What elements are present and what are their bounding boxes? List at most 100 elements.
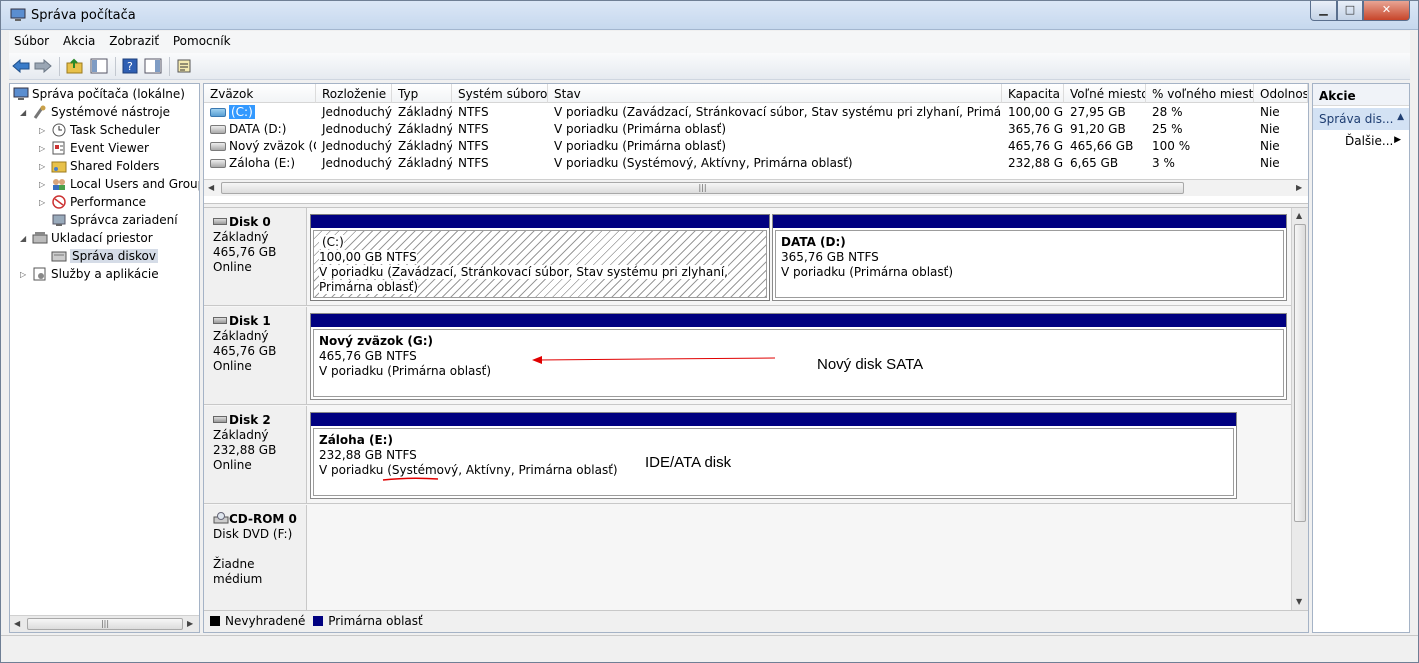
partition-g[interactable]: Nový zväzok (G:) 465,76 GB NTFS V poriad… (310, 313, 1287, 400)
tree-device-manager[interactable]: Správca zariadení (51, 211, 178, 229)
tree-local-users[interactable]: Local Users and Groups (51, 175, 199, 193)
cdrom-info[interactable]: CD-ROM 0 Disk DVD (F:) Žiadne médium (204, 505, 307, 610)
storage-icon (32, 231, 48, 245)
column-header-free-space[interactable]: Voľné miesto (1064, 84, 1146, 103)
collapsed-triangle-icon[interactable]: ▷ (20, 270, 29, 279)
close-button[interactable]: ✕ (1363, 1, 1410, 21)
column-header-volume[interactable]: Zväzok (204, 84, 316, 103)
disk-name: Disk 0 (229, 215, 271, 229)
drive-icon (210, 142, 226, 151)
back-arrow-icon[interactable] (11, 57, 31, 75)
disk-view-scroll-thumb[interactable] (1294, 224, 1306, 522)
free-space-cell: 27,95 GB (1070, 105, 1126, 119)
collapsed-triangle-icon[interactable]: ▷ (39, 126, 48, 135)
partition-title: DATA (D:) (781, 235, 846, 249)
tree-disk-management[interactable]: Správa diskov (51, 247, 158, 265)
disk-name: Disk 2 (229, 413, 271, 427)
tree-shared-folders[interactable]: Shared Folders (51, 157, 159, 175)
tree-system-tools[interactable]: Systémové nástroje (32, 103, 170, 121)
volume-cell: DATA (D:) (204, 121, 316, 138)
percent-free-cell: 3 % (1152, 156, 1175, 170)
shared-folder-icon (51, 159, 67, 173)
tree-services[interactable]: Služby a aplikácie (32, 265, 159, 283)
tree-scroll-thumb[interactable]: ||| (27, 618, 183, 630)
expanded-triangle-icon[interactable]: ◢ (20, 234, 29, 243)
collapsed-triangle-icon[interactable]: ▷ (39, 198, 48, 207)
status-cell: V poriadku (Primárna oblasť) (554, 139, 727, 153)
annotation-underline-icon (382, 477, 439, 481)
disk-state: Online (213, 359, 252, 373)
type-cell: Základný (398, 122, 452, 136)
forward-arrow-icon[interactable] (33, 57, 53, 75)
column-header-filesystem[interactable]: Systém súborov (452, 84, 548, 103)
disk-size: 465,76 GB (213, 344, 277, 358)
scroll-down-arrow-icon[interactable]: ▼ (1296, 597, 1302, 606)
maximize-button[interactable]: □ (1337, 1, 1363, 21)
layout-cell: Jednoduchý (322, 122, 392, 136)
column-header-percent-free[interactable]: % voľného miesta (1146, 84, 1254, 103)
tree-services-label: Služby a aplikácie (51, 267, 159, 281)
expanded-triangle-icon[interactable]: ◢ (20, 108, 29, 117)
tree-disk-management-label: Správa diskov (70, 249, 158, 263)
tree-horizontal-scrollbar[interactable]: ◀ ||| ▶ (10, 615, 199, 632)
column-header-capacity[interactable]: Kapacita (1002, 84, 1064, 103)
disk-2-info[interactable]: Disk 2 Základný 232,88 GB Online (204, 406, 307, 503)
collapse-up-icon[interactable]: ▲ (1397, 112, 1404, 122)
scroll-left-arrow-icon[interactable]: ◀ (208, 183, 214, 192)
collapsed-triangle-icon[interactable]: ▷ (39, 162, 48, 171)
column-header-status[interactable]: Stav (548, 84, 1002, 103)
disk-1-info[interactable]: Disk 1 Základný 465,76 GB Online (204, 307, 307, 404)
minimize-button[interactable]: ▁ (1310, 1, 1337, 21)
actions-disk-management-section[interactable]: Správa dis... ▲ (1313, 108, 1409, 130)
annotation-arrow-icon (532, 356, 776, 364)
menu-view[interactable]: Zobraziť (104, 31, 164, 51)
partition-c[interactable]: (C:) 100,00 GB NTFS V poriadku (Zavádzac… (310, 214, 770, 301)
scroll-left-arrow-icon[interactable]: ◀ (14, 619, 20, 628)
tree-task-scheduler-label: Task Scheduler (70, 123, 160, 137)
tree-task-scheduler[interactable]: Task Scheduler (51, 121, 160, 139)
svg-text:?: ? (127, 60, 133, 73)
collapsed-triangle-icon[interactable]: ▷ (39, 180, 48, 189)
status-cell: V poriadku (Zavádzací, Stránkovací súbor… (554, 105, 1002, 119)
show-hide-action-pane-icon[interactable] (143, 57, 163, 75)
column-header-type[interactable]: Typ (392, 84, 452, 103)
menu-action[interactable]: Akcia (58, 31, 100, 51)
disk-0-info[interactable]: Disk 0 Základný 465,76 GB Online (204, 208, 307, 305)
partition-status: V poriadku (Zavádzací, Stránkovací súbor… (319, 265, 728, 294)
disk-graphical-view: Disk 0 Základný 465,76 GB Online (C:) 10… (204, 208, 1291, 610)
cd-drive-icon (213, 512, 229, 526)
filesystem-cell: NTFS (458, 156, 489, 170)
tree-storage[interactable]: Ukladací priestor (32, 229, 153, 247)
collapsed-triangle-icon[interactable]: ▷ (39, 144, 48, 153)
volume-list-scroll-thumb[interactable]: ||| (221, 182, 1184, 194)
disk-type: Základný (213, 230, 269, 244)
partition-body: Záloha (E:) 232,88 GB NTFS V poriadku (S… (313, 428, 1234, 496)
menu-help[interactable]: Pomocník (168, 31, 236, 51)
tree-performance[interactable]: Performance (51, 193, 146, 211)
column-header-fault-tolerance[interactable]: Odolnos (1254, 84, 1308, 103)
partition-e[interactable]: Záloha (E:) 232,88 GB NTFS V poriadku (S… (310, 412, 1237, 499)
scroll-up-arrow-icon[interactable]: ▲ (1296, 211, 1302, 220)
toolbar-separator (59, 57, 60, 76)
clock-icon (51, 123, 67, 137)
tree-event-viewer[interactable]: Event Viewer (51, 139, 149, 157)
services-icon (32, 267, 48, 281)
show-hide-tree-icon[interactable] (89, 57, 109, 75)
tree-root[interactable]: Správa počítača (lokálne) (13, 85, 185, 103)
volume-list-horizontal-scrollbar[interactable]: ◀ ||| ▶ (204, 179, 1308, 196)
help-icon[interactable]: ? (120, 57, 140, 75)
column-header-layout[interactable]: Rozloženie (316, 84, 392, 103)
unallocated-swatch (210, 616, 220, 626)
scroll-right-arrow-icon[interactable]: ▶ (1296, 183, 1302, 192)
menu-file[interactable]: Súbor (9, 31, 54, 51)
partition-d[interactable]: DATA (D:) 365,76 GB NTFS V poriadku (Pri… (772, 214, 1287, 301)
window-title: Správa počítača (31, 8, 136, 23)
disk-view-vertical-scrollbar[interactable]: ▲ ▼ (1291, 208, 1308, 610)
drive-icon (210, 108, 226, 117)
up-folder-icon[interactable] (65, 57, 85, 75)
scroll-right-arrow-icon[interactable]: ▶ (187, 619, 193, 628)
percent-free-cell: 25 % (1152, 122, 1183, 136)
toolbar-separator (169, 57, 170, 76)
actions-more-item[interactable]: Ďalšie... ▶ (1313, 130, 1409, 148)
properties-icon[interactable] (174, 57, 194, 75)
